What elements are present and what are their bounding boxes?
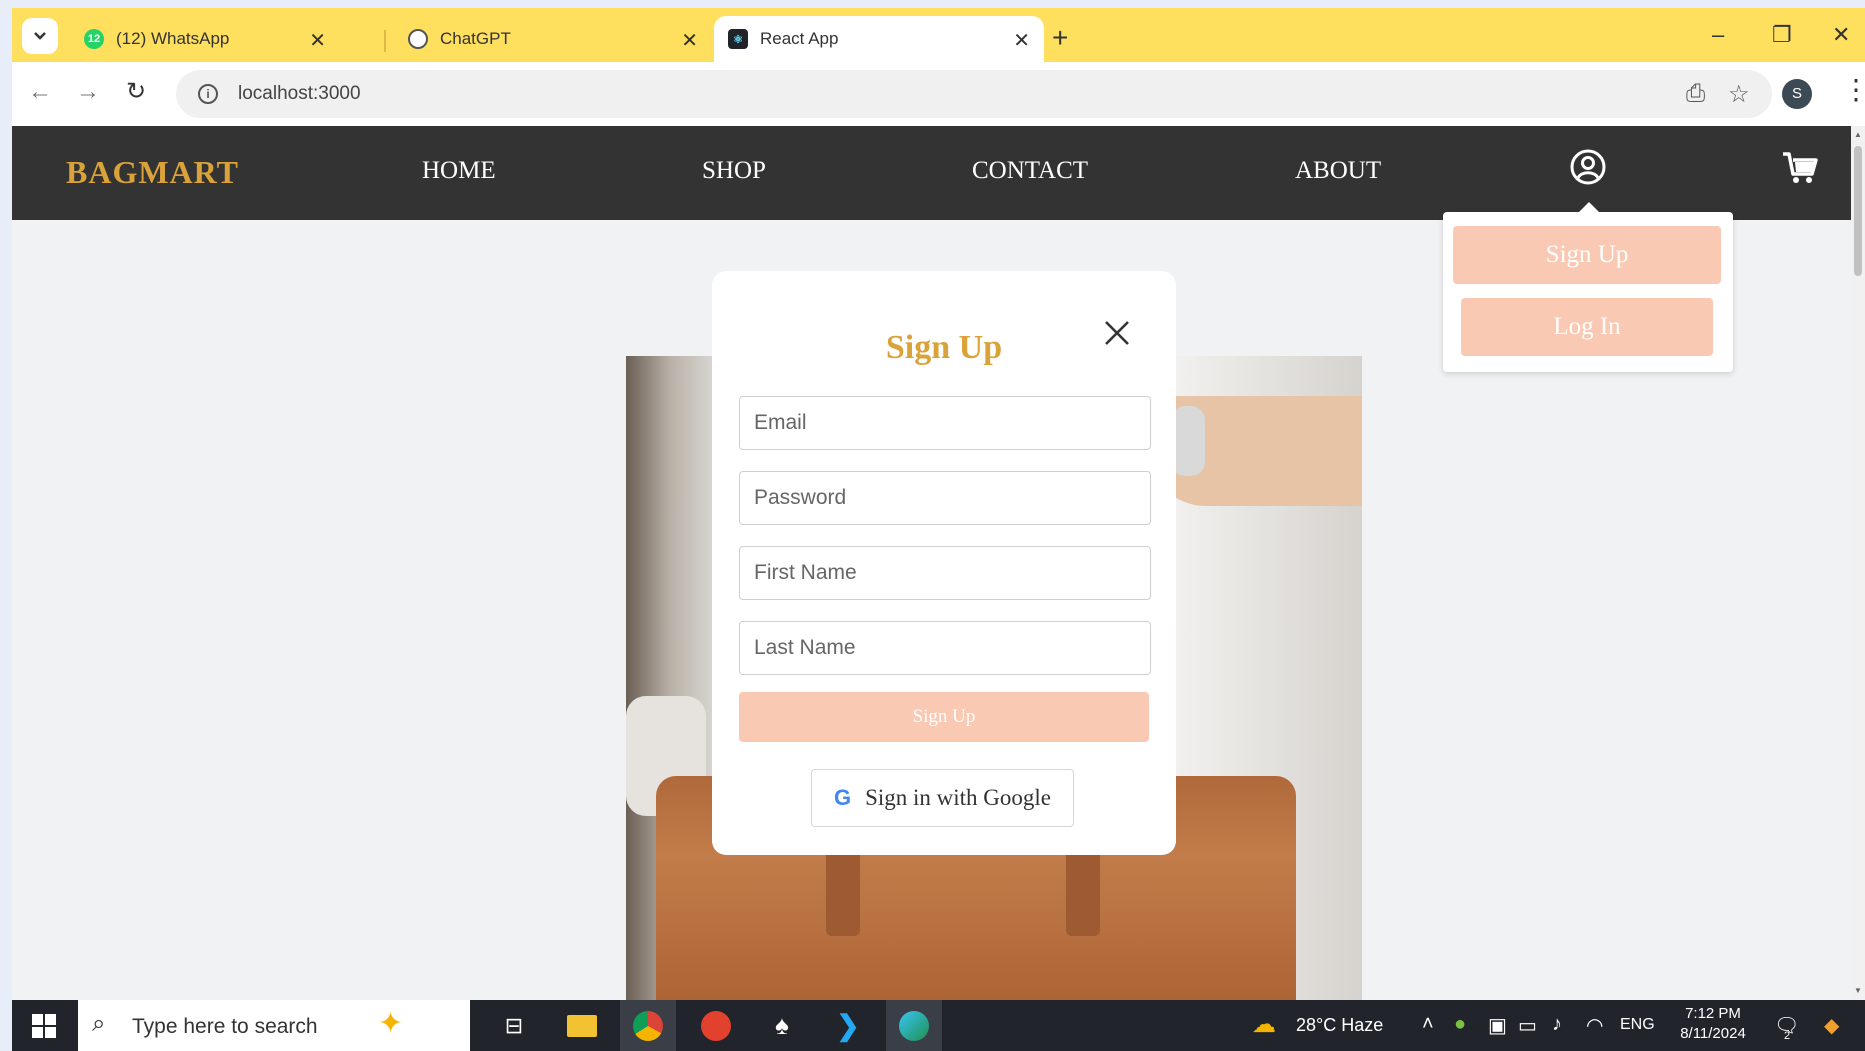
address-bar[interactable]: i localhost:3000 ⎙ ☆ (176, 70, 1772, 118)
close-icon[interactable] (1100, 316, 1134, 350)
close-icon[interactable]: ✕ (309, 28, 326, 53)
weather-text[interactable]: 28°C Haze (1296, 1015, 1383, 1036)
close-icon[interactable]: ✕ (681, 28, 698, 53)
first-name-field[interactable] (739, 546, 1151, 600)
google-icon: G (833, 785, 852, 810)
taskbar-search-box[interactable]: ⌕ Type here to search ✦ (78, 1000, 470, 1051)
file-explorer-icon[interactable] (554, 1000, 610, 1051)
volume-icon[interactable]: ♪ (1552, 1013, 1562, 1036)
signup-modal: Sign Up Sign Up G Sign in with Google (712, 271, 1176, 855)
last-name-field[interactable] (739, 621, 1151, 675)
nav-shop[interactable]: SHOP (702, 157, 766, 185)
email-field[interactable] (739, 396, 1151, 450)
account-dropdown: Sign Up Log In (1443, 202, 1733, 372)
scroll-up-icon[interactable]: ▲ (1854, 130, 1862, 139)
brand-logo[interactable]: BAGMART (66, 154, 239, 191)
taskbar-search-placeholder: Type here to search (132, 1015, 318, 1038)
tab-divider (384, 30, 386, 52)
cart-icon[interactable] (1781, 150, 1819, 186)
scroll-down-icon[interactable]: ▼ (1854, 986, 1862, 995)
solitaire-icon[interactable]: ♠ (754, 1000, 810, 1051)
whatsapp-icon: 12 (84, 29, 104, 49)
reload-button[interactable]: ↻ (126, 80, 146, 104)
battery-icon[interactable]: ▭ (1518, 1013, 1537, 1038)
minimize-button[interactable]: – (1712, 24, 1724, 46)
google-signin-label: Sign in with Google (865, 785, 1052, 810)
close-icon[interactable]: ✕ (1013, 28, 1030, 53)
vscode-icon[interactable]: ❯ (820, 1000, 876, 1051)
hero-watch (1171, 406, 1205, 476)
tab-label: (12) WhatsApp (116, 29, 230, 48)
signup-submit-button[interactable]: Sign Up (739, 692, 1149, 742)
dropdown-signup-button[interactable]: Sign Up (1453, 226, 1721, 284)
password-field[interactable] (739, 471, 1151, 525)
back-button[interactable]: ← (28, 80, 52, 104)
restore-button[interactable]: ❐ (1772, 24, 1792, 46)
wifi-icon[interactable]: ◠ (1586, 1013, 1603, 1038)
tab-label: ChatGPT (440, 29, 511, 48)
page-viewport: BAGMART HOME SHOP CONTACT ABOUT Sign Up … (12, 126, 1851, 1000)
chevron-down-icon (34, 32, 46, 40)
chrome-taskbar-icon[interactable] (620, 1000, 676, 1051)
install-app-icon[interactable]: ⎙ (1686, 80, 1705, 108)
task-view-icon[interactable]: ⊟ (486, 1000, 542, 1051)
user-account-icon[interactable] (1569, 148, 1607, 186)
forward-button[interactable]: → (76, 80, 100, 104)
chevron-up-icon[interactable]: ˄ (1422, 1013, 1434, 1036)
dropdown-login-button[interactable]: Log In (1461, 298, 1713, 356)
nav-contact[interactable]: CONTACT (972, 157, 1088, 185)
page-scrollbar[interactable]: ▲ ▼ (1851, 126, 1865, 1000)
google-signin-button[interactable]: G Sign in with Google (811, 769, 1074, 827)
copilot-icon[interactable]: ◆ (1824, 1013, 1839, 1038)
tab-label: React App (760, 29, 839, 48)
window-close-button[interactable]: ✕ (1832, 24, 1850, 46)
clock-time: 7:12 PM (1685, 1005, 1741, 1022)
meet-now-icon[interactable]: ▣ (1488, 1013, 1507, 1038)
tab-search-button[interactable] (22, 18, 58, 54)
nav-home[interactable]: HOME (422, 157, 496, 185)
react-icon: ⚛ (728, 29, 748, 49)
bookmark-star-icon[interactable]: ☆ (1728, 80, 1750, 109)
new-tab-button[interactable]: + (1052, 24, 1068, 52)
profile-avatar[interactable]: S (1782, 79, 1812, 109)
windows-taskbar: ⌕ Type here to search ✦ ⊟ ♠ ❯ ☁ 28°C Haz… (12, 1000, 1865, 1051)
copilot-sparkle-icon: ✦ (378, 1007, 404, 1040)
wps-office-icon[interactable] (688, 1000, 744, 1051)
info-icon[interactable]: i (198, 84, 218, 104)
site-navbar: BAGMART HOME SHOP CONTACT ABOUT (12, 126, 1851, 220)
browser-toolbar: ← → ↻ i localhost:3000 ⎙ ☆ S ⋮ (12, 62, 1865, 126)
clock-date: 8/11/2024 (1680, 1025, 1746, 1042)
notification-count: 2 (1784, 1030, 1791, 1042)
weather-icon[interactable]: ☁ (1252, 1010, 1276, 1039)
url-text: localhost:3000 (238, 83, 361, 104)
edge-icon[interactable] (886, 1000, 942, 1051)
language-indicator[interactable]: ENG (1620, 1016, 1655, 1034)
chatgpt-icon (408, 29, 428, 49)
tab-react-app[interactable]: ⚛ React App ✕ (714, 16, 1044, 62)
windows-start-icon[interactable] (32, 1014, 56, 1038)
browser-tab-bar: 12 (12) WhatsApp ✕ ChatGPT ✕ ⚛ React App… (12, 8, 1865, 62)
tray-app-icon[interactable]: ● (1454, 1013, 1466, 1036)
search-icon: ⌕ (92, 1010, 106, 1037)
tab-whatsapp[interactable]: 12 (12) WhatsApp ✕ (70, 16, 340, 62)
tab-chatgpt[interactable]: ChatGPT ✕ (394, 16, 712, 62)
browser-menu-icon[interactable]: ⋮ (1842, 76, 1865, 104)
nav-about[interactable]: ABOUT (1295, 157, 1381, 185)
scroll-thumb[interactable] (1854, 146, 1862, 276)
clock[interactable]: 7:12 PM 8/11/2024 (1668, 1004, 1758, 1044)
